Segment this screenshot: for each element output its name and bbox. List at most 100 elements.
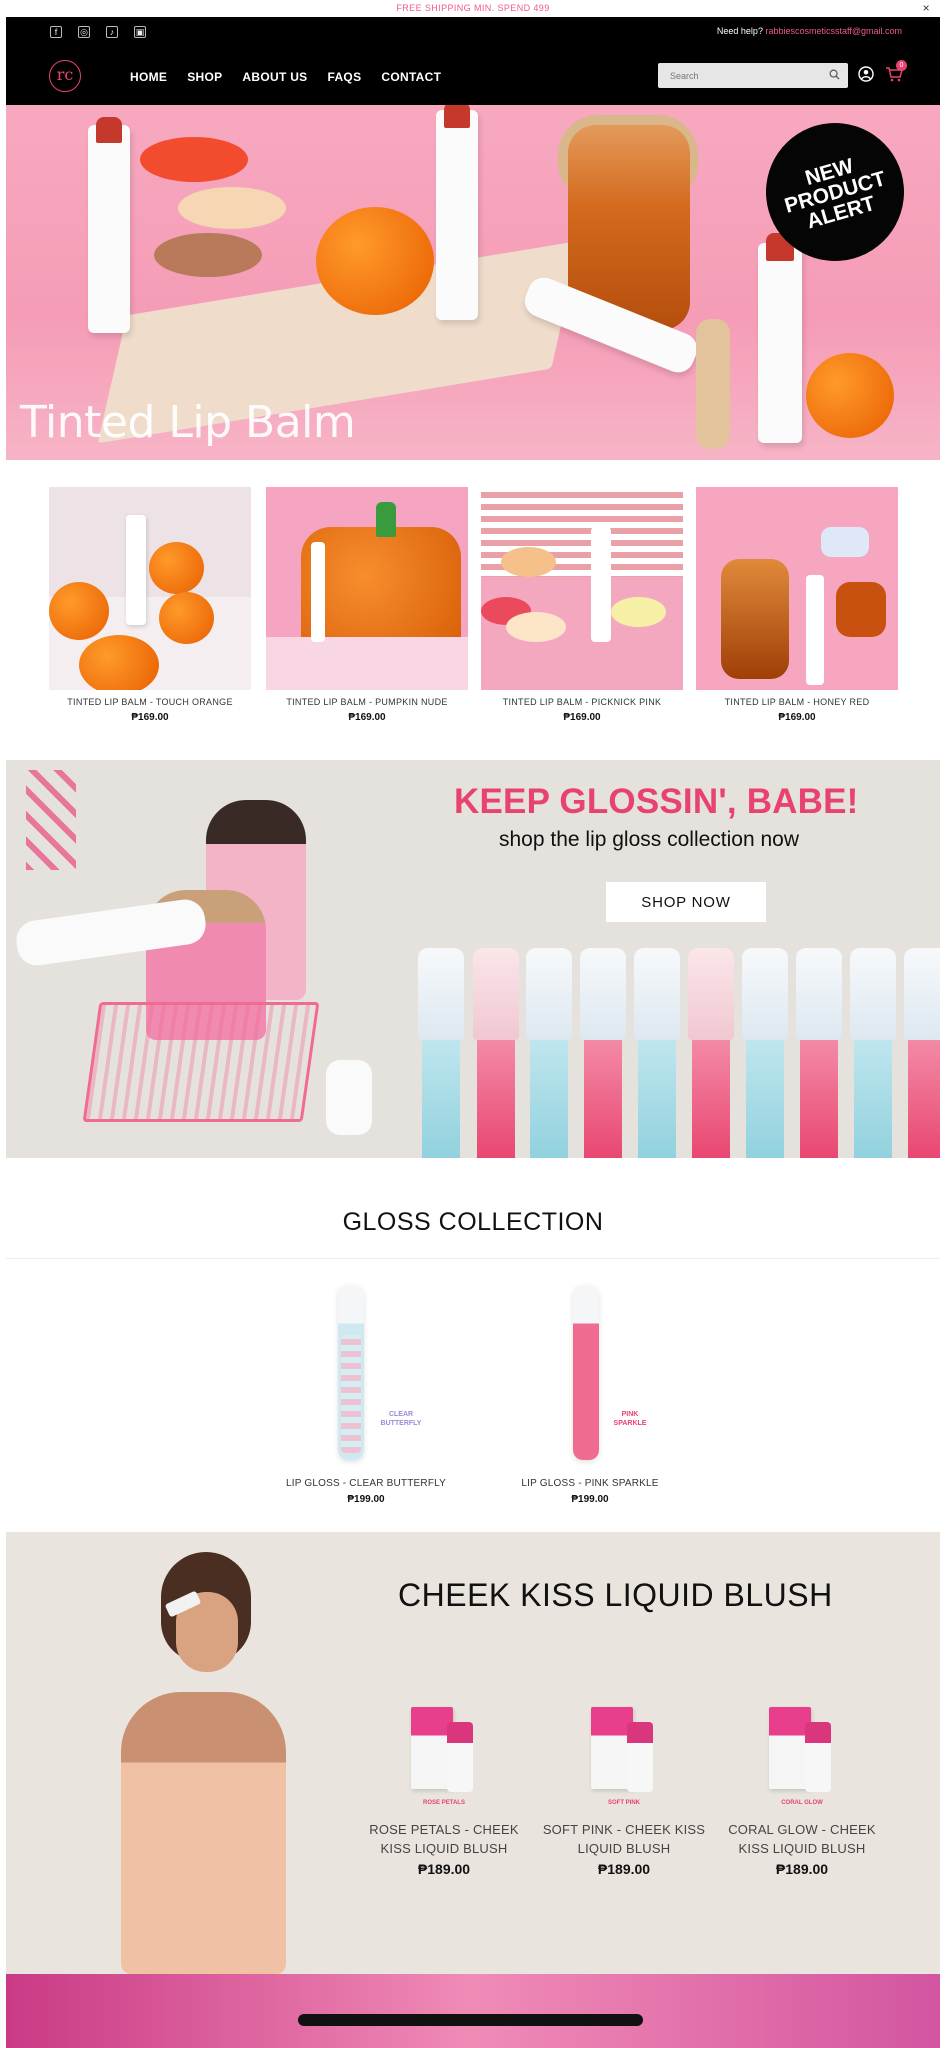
macaron-image [140, 137, 248, 182]
announcement-bar: FREE SHIPPING MIN. SPEND 499 × [6, 0, 940, 17]
help-label: Need help? [716, 26, 763, 36]
product-name[interactable]: TINTED LIP BALM - TOUCH ORANGE [49, 697, 251, 707]
search-icon[interactable] [829, 69, 840, 80]
lip-gloss-banner[interactable]: KEEP GLOSSIN', BABE! shop the lip gloss … [6, 760, 940, 1158]
lip-balm-product-grid: TINTED LIP BALM - TOUCH ORANGE ₱169.00 T… [6, 460, 940, 760]
liquid-blush-section: CHEEK KISS LIQUID BLUSH ROSE PETALS ROSE… [6, 1532, 940, 1974]
page: FREE SHIPPING MIN. SPEND 499 × f ◎ ♪ ▣ N… [6, 0, 940, 2048]
model-photo [96, 1552, 311, 1974]
blush-section-title: CHEEK KISS LIQUID BLUSH [398, 1577, 833, 1613]
product-label: CORAL GLOW [781, 1800, 823, 1806]
help-contact: Need help? rabbiescosmeticsstaff@gmail.c… [717, 26, 902, 36]
gloss-bottle-image [473, 948, 519, 1158]
nav-about-us[interactable]: ABOUT US [242, 70, 307, 84]
lip-balm-tube-image [758, 233, 802, 443]
orange-image [316, 207, 434, 315]
product-name[interactable]: CORAL GLOW - CHEEK KISS LIQUID BLUSH [712, 1820, 892, 1858]
next-banner-partial[interactable] [6, 1974, 940, 2048]
confetti-image [26, 770, 76, 870]
product-card[interactable]: TINTED LIP BALM - HONEY RED ₱169.00 [696, 487, 898, 723]
product-price: ₱169.00 [348, 712, 386, 723]
search-box [658, 63, 848, 88]
product-image[interactable]: CLEAR BUTTERFLY [261, 1275, 471, 1475]
tangerine-image [806, 353, 894, 438]
support-email-link[interactable]: rabbiescosmeticsstaff@gmail.com [765, 26, 902, 36]
section-divider [6, 1258, 940, 1259]
lip-balm-tube-image [88, 117, 130, 333]
product-card[interactable]: ROSE PETALS ROSE PETALS - CHEEK KISS LIQ… [354, 1702, 534, 1877]
home-indicator[interactable] [298, 2014, 643, 2026]
lip-balm-tube-image [436, 105, 478, 320]
search-input[interactable] [658, 63, 818, 88]
gloss-bottle-image [580, 948, 626, 1158]
banner-headline: KEEP GLOSSIN', BABE! [454, 782, 859, 821]
white-boot-image [326, 1060, 372, 1135]
product-price: ₱189.00 [597, 1861, 651, 1877]
product-name[interactable]: SOFT PINK - CHEEK KISS LIQUID BLUSH [534, 1820, 714, 1858]
banner-subheadline: shop the lip gloss collection now [499, 828, 800, 851]
product-card[interactable]: TINTED LIP BALM - PUMPKIN NUDE ₱169.00 [266, 487, 468, 723]
utility-bar: f ◎ ♪ ▣ Need help? rabbiescosmeticsstaff… [6, 17, 940, 48]
announcement-text: FREE SHIPPING MIN. SPEND 499 [396, 3, 550, 13]
gloss-bottle-image [742, 948, 788, 1158]
product-price: ₱189.00 [775, 1861, 829, 1877]
product-price: ₱169.00 [778, 712, 816, 723]
nav-shop[interactable]: SHOP [187, 70, 222, 84]
main-navigation: rc HOME SHOP ABOUT US FAQS CONTACT 0 [6, 48, 940, 105]
gloss-bottle-image [634, 948, 680, 1158]
product-price: ₱189.00 [417, 1861, 471, 1877]
nav-home[interactable]: HOME [130, 70, 167, 84]
product-card[interactable]: TINTED LIP BALM - PICKNICK PINK ₱169.00 [481, 487, 683, 723]
product-card[interactable]: TINTED LIP BALM - TOUCH ORANGE ₱169.00 [49, 487, 251, 723]
product-label: ROSE PETALS [423, 1800, 465, 1806]
brand-logo[interactable]: rc [49, 60, 81, 92]
product-image[interactable] [696, 487, 898, 690]
product-name[interactable]: ROSE PETALS - CHEEK KISS LIQUID BLUSH [354, 1820, 534, 1858]
product-label: SOFT PINK [607, 1800, 640, 1806]
account-icon[interactable] [858, 66, 874, 82]
hero-banner-tinted-lip-balm[interactable]: NEW PRODUCT ALERT Tinted Lip Balm [6, 105, 940, 460]
gloss-collection-title: GLOSS COLLECTION [342, 1208, 604, 1236]
gloss-bottle-image [526, 948, 572, 1158]
product-name[interactable]: LIP GLOSS - CLEAR BUTTERFLY [261, 1478, 471, 1489]
nav-faqs[interactable]: FAQS [328, 70, 362, 84]
product-image[interactable] [481, 487, 683, 690]
product-price: ₱169.00 [131, 712, 169, 723]
product-name[interactable]: LIP GLOSS - PINK SPARKLE [485, 1478, 695, 1489]
product-price: ₱169.00 [563, 712, 601, 723]
product-image[interactable]: PINK SPARKLE [485, 1275, 695, 1475]
honey-dipper-image [696, 319, 730, 449]
shopping-bag-icon[interactable]: ▣ [134, 26, 146, 38]
product-price: ₱199.00 [347, 1494, 385, 1505]
product-card[interactable]: SOFT PINK SOFT PINK - CHEEK KISS LIQUID … [534, 1702, 714, 1877]
nav-links: HOME SHOP ABOUT US FAQS CONTACT [130, 70, 441, 84]
close-icon[interactable]: × [923, 0, 930, 17]
product-image[interactable] [49, 487, 251, 690]
product-name[interactable]: TINTED LIP BALM - PICKNICK PINK [481, 697, 683, 707]
instagram-icon[interactable]: ◎ [78, 26, 90, 38]
shop-now-button[interactable]: SHOP NOW [606, 882, 766, 922]
cart-count-badge: 0 [896, 60, 907, 71]
product-name[interactable]: TINTED LIP BALM - HONEY RED [696, 697, 898, 707]
product-name[interactable]: TINTED LIP BALM - PUMPKIN NUDE [266, 697, 468, 707]
shopping-cart-image [82, 1002, 320, 1122]
gloss-bottle-image [904, 948, 940, 1158]
gloss-bottle-image [850, 948, 896, 1158]
macaron-image [178, 187, 286, 229]
gloss-bottle-image [418, 948, 464, 1158]
product-image[interactable]: SOFT PINK [534, 1702, 714, 1812]
tiktok-icon[interactable]: ♪ [106, 26, 118, 38]
product-card[interactable]: PINK SPARKLE LIP GLOSS - PINK SPARKLE ₱1… [485, 1275, 695, 1505]
facebook-icon[interactable]: f [50, 26, 62, 38]
social-links: f ◎ ♪ ▣ [50, 26, 146, 38]
product-image[interactable]: ROSE PETALS [354, 1702, 534, 1812]
product-image[interactable]: CORAL GLOW [712, 1702, 892, 1812]
product-card[interactable]: CORAL GLOW CORAL GLOW - CHEEK KISS LIQUI… [712, 1702, 892, 1877]
nav-contact[interactable]: CONTACT [381, 70, 441, 84]
gloss-bottle-image [688, 948, 734, 1158]
gloss-bottle-image [796, 948, 842, 1158]
product-image[interactable] [266, 487, 468, 690]
product-label: CLEAR BUTTERFLY [380, 1411, 422, 1427]
product-card[interactable]: CLEAR BUTTERFLY LIP GLOSS - CLEAR BUTTER… [261, 1275, 471, 1505]
macaron-image [154, 233, 262, 277]
